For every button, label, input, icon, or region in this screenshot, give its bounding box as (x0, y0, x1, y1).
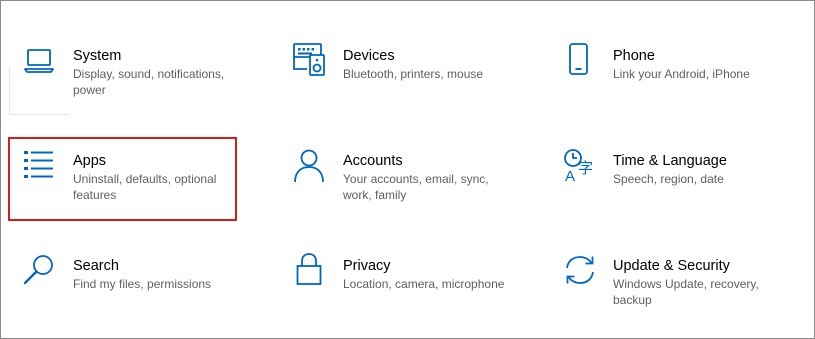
lock-icon (296, 252, 330, 286)
svg-text:A: A (565, 168, 575, 185)
tile-description: Windows Update, recovery, backup (613, 277, 759, 307)
tile-phone[interactable]: Phone Link your Android, iPhone (561, 43, 801, 115)
tile-privacy[interactable]: Privacy Location, camera, microphone (291, 252, 531, 325)
time-language-icon: A 字 (563, 148, 597, 185)
tile-title: Devices (343, 48, 395, 64)
tile-title: Search (73, 258, 119, 274)
tile-description: Your accounts, email, sync, work, family (343, 172, 489, 202)
person-icon (293, 149, 327, 183)
tile-devices[interactable]: Devices Bluetooth, printers, mouse (291, 43, 531, 115)
tile-search[interactable]: Search Find my files, permissions (21, 255, 261, 325)
tile-title: Phone (613, 48, 655, 64)
tile-title: Time & Language (613, 153, 727, 169)
tile-system[interactable]: System Display, sound, notifications, po… (21, 45, 261, 115)
tile-description: Bluetooth, printers, mouse (343, 67, 484, 81)
search-icon (23, 254, 57, 288)
tile-description: Display, sound, notifications, power (73, 67, 225, 97)
tile-description: Location, camera, microphone (343, 277, 505, 291)
tile-time-language[interactable]: A 字 Time & Language Speech, region, date (561, 148, 801, 220)
tile-title: System (73, 48, 122, 64)
tile-title: Privacy (343, 258, 391, 274)
tile-title: Update & Security (613, 258, 730, 274)
tile-description: Speech, region, date (613, 172, 724, 186)
tile-title: Accounts (343, 153, 403, 169)
phone-icon (567, 43, 601, 77)
highlight-box (8, 137, 237, 221)
tile-description: Link your Android, iPhone (613, 67, 750, 81)
tile-description: Find my files, permissions (73, 277, 212, 291)
settings-window: System Display, sound, notifications, po… (0, 0, 815, 339)
sync-arrows-icon (563, 254, 597, 288)
tile-update-security[interactable]: Update & Security Windows Update, recove… (561, 255, 801, 325)
keyboard-speaker-icon (293, 43, 327, 77)
svg-text:字: 字 (578, 159, 593, 177)
tile-accounts[interactable]: Accounts Your accounts, email, sync, wor… (291, 149, 531, 220)
laptop-icon (24, 45, 58, 79)
